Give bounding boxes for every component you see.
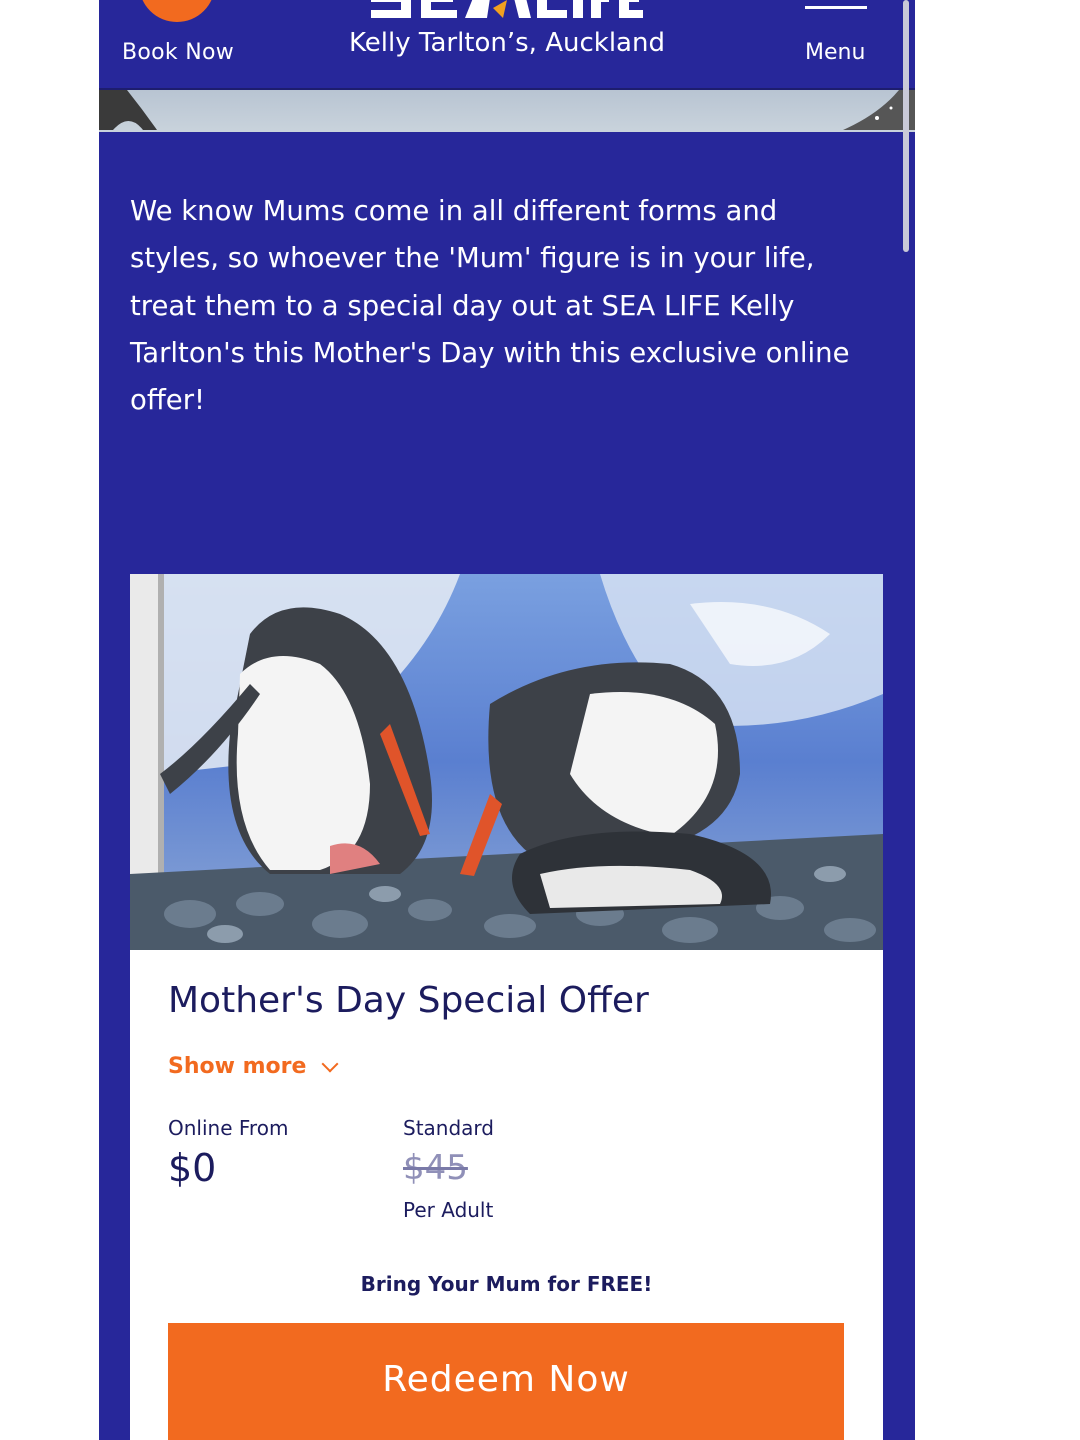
chevron-down-icon bbox=[321, 1055, 339, 1072]
offer-card: Mother's Day Special Offer Show more Onl… bbox=[130, 574, 883, 1440]
show-more-toggle[interactable]: Show more bbox=[168, 1054, 339, 1079]
sea-life-logo[interactable] bbox=[369, 0, 645, 24]
offer-title: Mother's Day Special Offer bbox=[168, 980, 649, 1021]
menu-button[interactable]: Menu bbox=[805, 40, 865, 65]
standard-price: $45 bbox=[403, 1148, 468, 1188]
site-header: Book Now Kelly Tarlton’s, Auckland Menu bbox=[99, 0, 915, 88]
hero-image-strip bbox=[99, 88, 915, 132]
show-more-label: Show more bbox=[168, 1054, 307, 1079]
redeem-now-button[interactable]: Redeem Now bbox=[168, 1323, 844, 1440]
standard-price-label: Standard bbox=[403, 1116, 494, 1140]
page-scrollbar[interactable] bbox=[903, 0, 909, 252]
page-viewport: Book Now Kelly Tarlton’s, Auckland Menu … bbox=[99, 0, 915, 1440]
online-price: $0 bbox=[168, 1146, 217, 1190]
book-now-icon[interactable] bbox=[139, 0, 215, 22]
intro-paragraph: We know Mums come in all different forms… bbox=[130, 195, 850, 417]
hamburger-menu-icon[interactable] bbox=[805, 0, 867, 12]
per-adult-label: Per Adult bbox=[403, 1198, 494, 1222]
location-title: Kelly Tarlton’s, Auckland bbox=[349, 28, 665, 58]
online-price-label: Online From bbox=[168, 1116, 289, 1140]
penguin-photo bbox=[130, 574, 883, 950]
offer-tagline: Bring Your Mum for FREE! bbox=[360, 1272, 653, 1296]
